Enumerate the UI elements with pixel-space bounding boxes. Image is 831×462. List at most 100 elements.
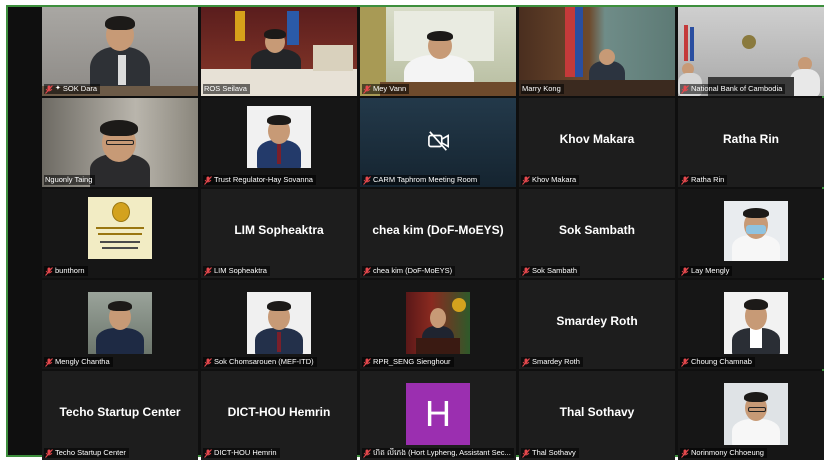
participant-tile[interactable]: RPR_SENG Sienghour — [360, 280, 516, 369]
pin-icon: ✦ — [55, 85, 61, 92]
video-feed — [42, 7, 198, 96]
mic-muted-icon — [45, 84, 53, 94]
participant-label: Marry Kong — [521, 84, 564, 94]
video-off-icon — [428, 131, 449, 151]
participant-label: Mey Vann — [362, 84, 410, 94]
participant-tile[interactable]: Sok Chomsarouen (MEF-ITD) — [201, 280, 357, 369]
participant-display-name: Sok Sambath — [558, 223, 636, 237]
video-feed — [519, 7, 675, 96]
video-feed — [678, 280, 824, 369]
participant-display-name: chea kim (DoF-MoEYS) — [372, 223, 504, 237]
participant-label: ROS Seilava — [203, 84, 250, 94]
video-off-background — [360, 98, 516, 187]
participant-label: DICT-HOU Hemrin — [203, 448, 280, 458]
participant-tile[interactable]: Nguonly Taing — [42, 98, 198, 187]
mic-muted-icon — [522, 448, 530, 458]
participant-tile[interactable]: Khov Makara Khov Makara — [519, 98, 675, 187]
mic-muted-icon — [204, 357, 212, 367]
participant-label: Choung Chamnab — [680, 357, 755, 367]
video-feed — [201, 98, 357, 187]
participant-label: Trust Regulator-Hay Sovanna — [203, 175, 316, 185]
mic-muted-icon — [45, 357, 53, 367]
mic-muted-icon — [204, 175, 212, 185]
mic-muted-icon — [45, 448, 53, 458]
participant-display-name: Thal Sothavy — [559, 405, 635, 419]
participant-tile[interactable]: chea kim (DoF-MoEYS) chea kim (DoF-MoEYS… — [360, 189, 516, 278]
mic-muted-icon — [522, 357, 530, 367]
participant-tile[interactable]: Ratha Rin Ratha Rin — [678, 98, 824, 187]
mic-muted-icon — [363, 357, 371, 367]
video-feed — [360, 280, 516, 369]
participant-label: ហ៊ត លីភេង (Hort Lypheng, Assistant Sec..… — [362, 448, 514, 458]
participant-label: Nguonly Taing — [44, 175, 96, 185]
participant-label: bunthorn — [44, 266, 88, 276]
participant-tile[interactable]: Mengly Chantha — [42, 280, 198, 369]
video-feed — [201, 280, 357, 369]
participant-tile[interactable]: ✦ SOK Dara — [42, 7, 198, 96]
mic-muted-icon — [681, 357, 689, 367]
video-feed — [360, 7, 516, 96]
participant-tile[interactable]: ROS Seilava — [201, 7, 357, 96]
participant-label: National Bank of Cambodia — [680, 84, 786, 94]
participant-label: RPR_SENG Sienghour — [362, 357, 454, 367]
participant-label: ✦ SOK Dara — [44, 84, 101, 94]
video-feed — [678, 7, 824, 96]
participant-label: Ratha Rin — [680, 175, 728, 185]
participant-label: LIM Sopheaktra — [203, 266, 270, 276]
mic-muted-icon — [363, 448, 371, 458]
participant-label: CARM Taphrom Meeting Room — [362, 175, 481, 185]
mic-muted-icon — [681, 448, 689, 458]
participant-tile[interactable]: DICT-HOU Hemrin DICT-HOU Hemrin — [201, 371, 357, 460]
participant-tile[interactable]: Choung Chamnab — [678, 280, 824, 369]
logo-image — [88, 197, 152, 259]
participant-tile[interactable]: H ហ៊ត លីភេង (Hort Lypheng, Assistant Sec… — [360, 371, 516, 460]
participant-tile[interactable]: Smardey Roth Smardey Roth — [519, 280, 675, 369]
participant-tile[interactable]: National Bank of Cambodia — [678, 7, 824, 96]
participant-display-name: Smardey Roth — [556, 314, 638, 328]
video-feed — [42, 189, 198, 278]
video-feed — [42, 98, 198, 187]
participant-display-name: Techo Startup Center — [59, 405, 181, 419]
participant-tile[interactable]: CARM Taphrom Meeting Room — [360, 98, 516, 187]
participant-label: Sok Chomsarouen (MEF-ITD) — [203, 357, 317, 367]
participant-tile[interactable]: Sok Sambath Sok Sambath — [519, 189, 675, 278]
mic-muted-icon — [681, 84, 689, 94]
participant-label: Khov Makara — [521, 175, 580, 185]
participant-tile[interactable]: Norinmony Chhoeung — [678, 371, 824, 460]
mic-muted-icon — [363, 84, 371, 94]
video-feed — [42, 280, 198, 369]
participant-display-name: LIM Sopheaktra — [234, 223, 324, 237]
mic-muted-icon — [522, 266, 530, 276]
mic-muted-icon — [522, 175, 530, 185]
participant-tile[interactable]: bunthorn — [42, 189, 198, 278]
participant-label: Sok Sambath — [521, 266, 581, 276]
participant-label: Mengly Chantha — [44, 357, 113, 367]
participant-tile[interactable]: Lay Mengly — [678, 189, 824, 278]
mic-muted-icon — [204, 448, 212, 458]
participant-display-name: Ratha Rin — [722, 132, 779, 146]
mic-muted-icon — [681, 266, 689, 276]
video-feed — [201, 7, 357, 96]
mic-muted-icon — [45, 266, 53, 276]
participant-label: Smardey Roth — [521, 357, 583, 367]
participant-label: Thal Sothavy — [521, 448, 579, 458]
participant-tile-active-speaker[interactable]: Marry Kong — [519, 7, 675, 96]
mic-muted-icon — [204, 266, 212, 276]
video-feed — [678, 371, 824, 460]
gallery-view: ✦ SOK Dara ROS Seilava Mey Vann Marry Ko… — [6, 5, 824, 460]
participant-tile[interactable]: Mey Vann — [360, 7, 516, 96]
participant-tile[interactable]: Techo Startup Center Techo Startup Cente… — [42, 371, 198, 460]
mic-muted-icon — [681, 175, 689, 185]
participant-label: chea kim (DoF-MoEYS) — [362, 266, 456, 276]
participant-label: Techo Startup Center — [44, 448, 129, 458]
participant-label: Lay Mengly — [680, 266, 733, 276]
avatar: H — [406, 383, 470, 445]
mic-muted-icon — [363, 175, 371, 185]
participant-tile[interactable]: Trust Regulator-Hay Sovanna — [201, 98, 357, 187]
participant-tile[interactable]: LIM Sopheaktra LIM Sopheaktra — [201, 189, 357, 278]
participant-display-name: DICT-HOU Hemrin — [227, 405, 331, 419]
participant-label: Norinmony Chhoeung — [680, 448, 767, 458]
video-feed — [678, 189, 824, 278]
participant-tile[interactable]: Thal Sothavy Thal Sothavy — [519, 371, 675, 460]
participant-display-name: Khov Makara — [559, 132, 635, 146]
